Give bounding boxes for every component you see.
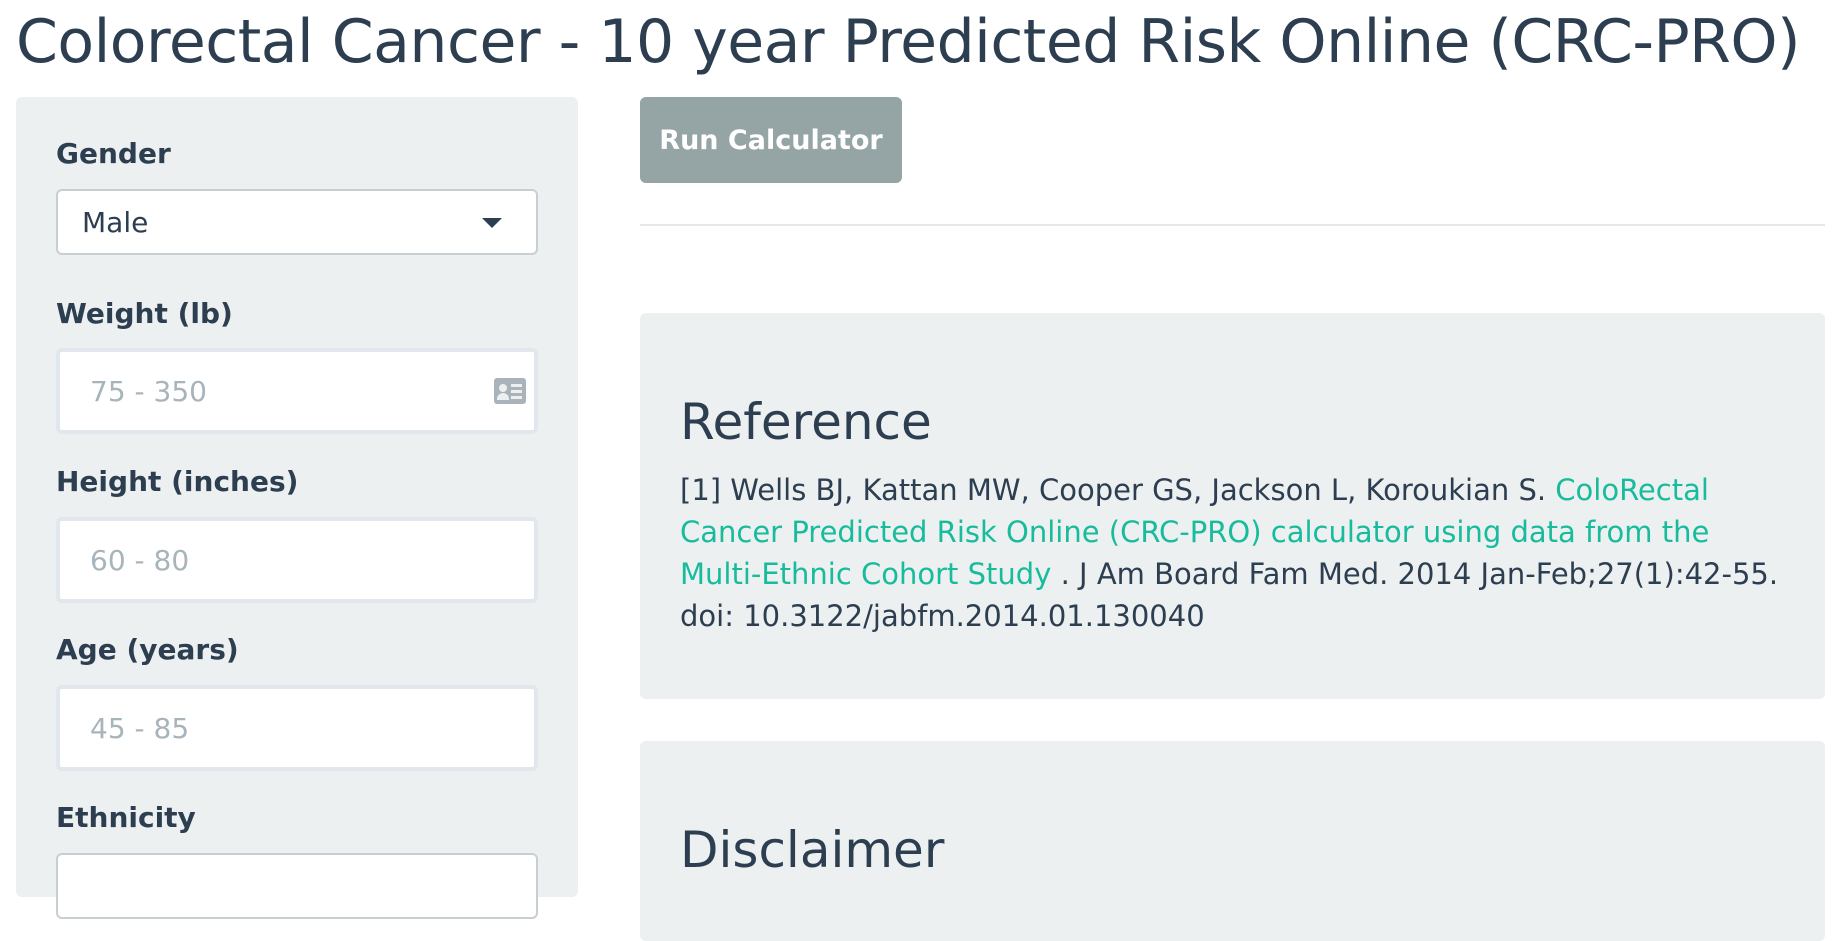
- sidebar-panel: Gender Male Weight (lb) Height (inches) …: [16, 97, 578, 919]
- page-title: Colorectal Cancer - 10 year Predicted Ri…: [16, 7, 1801, 77]
- reference-citation: [1] Wells BJ, Kattan MW, Cooper GS, Jack…: [680, 469, 1790, 637]
- gender-label: Gender: [56, 137, 171, 170]
- ethnicity-select[interactable]: [56, 853, 538, 919]
- height-label: Height (inches): [56, 465, 299, 498]
- gender-select[interactable]: Male: [56, 189, 538, 255]
- height-input[interactable]: [56, 517, 538, 603]
- divider: [640, 224, 1825, 226]
- age-label: Age (years): [56, 633, 239, 666]
- age-input[interactable]: [56, 685, 538, 771]
- run-calculator-button[interactable]: Run Calculator: [640, 97, 902, 183]
- gender-selected-value: Male: [82, 206, 149, 239]
- citation-authors: [1] Wells BJ, Kattan MW, Cooper GS, Jack…: [680, 473, 1556, 507]
- chevron-down-icon: [482, 218, 502, 228]
- weight-label: Weight (lb): [56, 297, 233, 330]
- reference-panel: Reference [1] Wells BJ, Kattan MW, Coope…: [640, 313, 1825, 699]
- disclaimer-panel: Disclaimer: [640, 741, 1825, 941]
- contact-card-icon[interactable]: [494, 378, 526, 404]
- ethnicity-label: Ethnicity: [56, 801, 196, 834]
- weight-input[interactable]: [56, 348, 538, 434]
- reference-heading: Reference: [680, 393, 932, 451]
- disclaimer-heading: Disclaimer: [680, 821, 945, 879]
